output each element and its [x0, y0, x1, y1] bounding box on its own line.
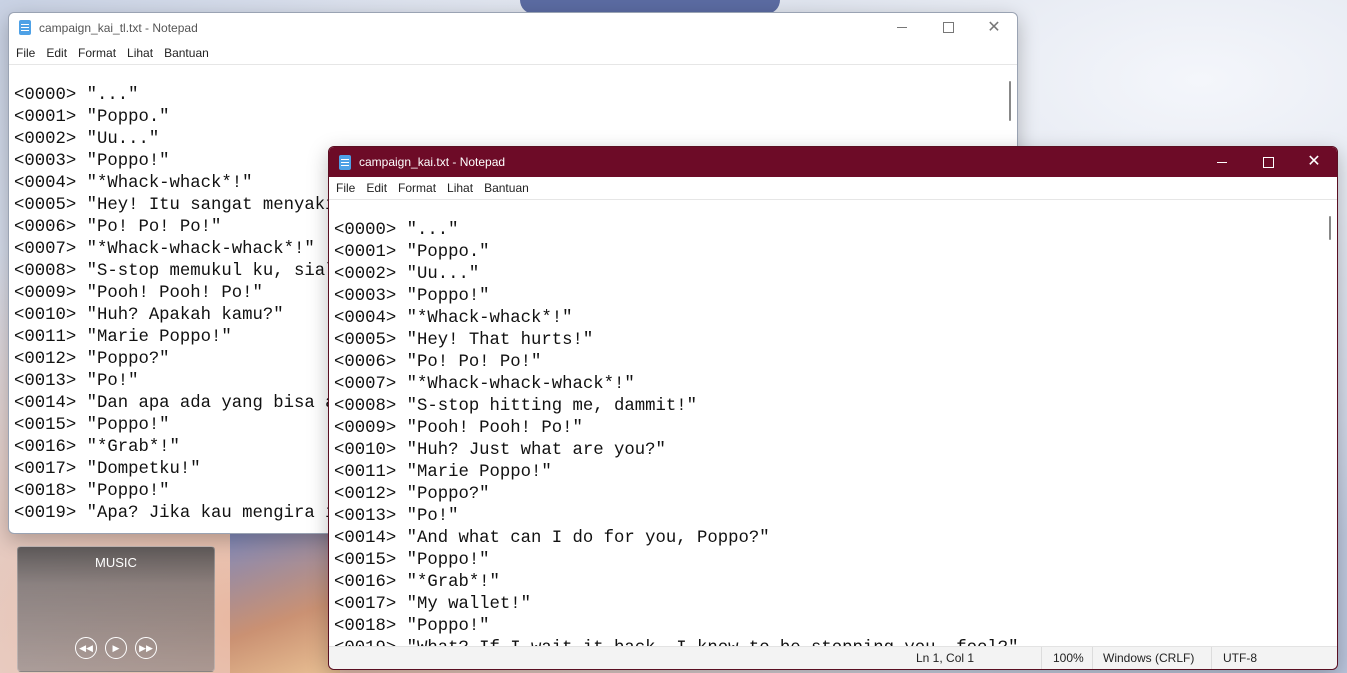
status-bar: Ln 1, Col 1 100% Windows (CRLF) UTF-8 [329, 646, 1337, 669]
line-ending: Windows (CRLF) [1103, 651, 1195, 665]
window-title: campaign_kai.txt - Notepad [359, 155, 506, 169]
minimize-icon [1217, 161, 1227, 163]
caption-buttons: ✕ [1199, 147, 1337, 177]
menu-help[interactable]: Bantuan [164, 46, 215, 60]
status-divider [1211, 647, 1212, 669]
text-editor[interactable]: <0000> "..." <0001> "Poppo." <0002> "Uu.… [329, 199, 1337, 646]
next-icon[interactable]: ▶▶ [135, 637, 157, 659]
minimize-button[interactable] [1199, 147, 1245, 177]
titlebar[interactable]: campaign_kai.txt - Notepad ✕ [329, 147, 1337, 177]
scrollbar-thumb[interactable] [1329, 216, 1331, 240]
window-title: campaign_kai_tl.txt - Notepad [39, 20, 198, 35]
notepad-icon [19, 20, 31, 35]
close-button[interactable]: ✕ [971, 13, 1017, 42]
maximize-button[interactable] [925, 13, 971, 42]
close-button[interactable]: ✕ [1291, 147, 1337, 177]
menu-view[interactable]: Lihat [127, 46, 159, 60]
zoom-level: 100% [1053, 651, 1084, 665]
notepad-window-front[interactable]: campaign_kai.txt - Notepad ✕ File Edit F… [328, 146, 1338, 670]
menu-file[interactable]: File [336, 181, 361, 195]
previous-icon[interactable]: ◀◀ [75, 637, 97, 659]
maximize-button[interactable] [1245, 147, 1291, 177]
menu-help[interactable]: Bantuan [484, 181, 535, 195]
vertical-scrollbar[interactable] [1323, 200, 1337, 646]
menu-view[interactable]: Lihat [447, 181, 479, 195]
minimize-icon [897, 27, 907, 28]
menu-format[interactable]: Format [78, 46, 122, 60]
music-title: MUSIC [95, 555, 137, 570]
maximize-icon [1262, 156, 1274, 168]
menu-edit[interactable]: Edit [46, 46, 73, 60]
scrollbar-thumb[interactable] [1009, 81, 1011, 121]
notepad-icon [339, 154, 351, 170]
music-controls: ◀◀ ▶ ▶▶ [18, 637, 214, 659]
maximize-icon [942, 22, 954, 33]
wallpaper-decoration [230, 530, 340, 673]
menu-file[interactable]: File [16, 46, 41, 60]
close-icon: ✕ [1307, 153, 1321, 170]
play-icon[interactable]: ▶ [105, 637, 127, 659]
music-widget: MUSIC ◀◀ ▶ ▶▶ [17, 546, 215, 672]
status-divider [1092, 647, 1093, 669]
menu-format[interactable]: Format [398, 181, 442, 195]
caption-buttons: ✕ [879, 13, 1017, 42]
menu-edit[interactable]: Edit [366, 181, 393, 195]
cursor-position: Ln 1, Col 1 [916, 651, 975, 665]
text-content[interactable]: <0000> "..." <0001> "Poppo." <0002> "Uu.… [334, 220, 1018, 646]
status-divider [1041, 647, 1042, 669]
encoding: UTF-8 [1223, 651, 1257, 665]
menu-bar: File Edit Format Lihat Bantuan [329, 177, 1337, 198]
titlebar[interactable]: campaign_kai_tl.txt - Notepad ✕ [9, 13, 1017, 42]
minimize-button[interactable] [879, 13, 925, 42]
menu-bar: File Edit Format Lihat Bantuan [9, 42, 1017, 63]
close-icon: ✕ [987, 18, 1001, 36]
